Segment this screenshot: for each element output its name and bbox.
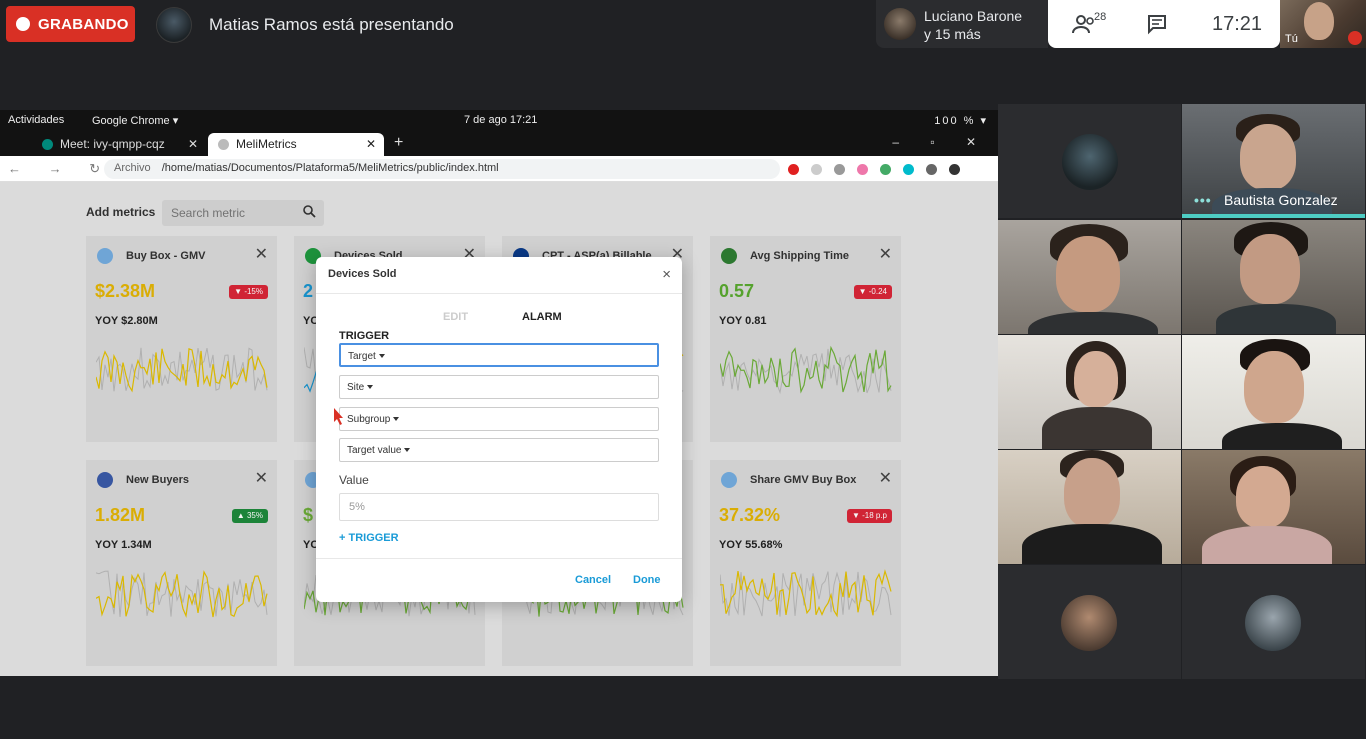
value-input[interactable]: 5%: [339, 493, 659, 521]
target-select[interactable]: Target: [339, 343, 659, 367]
participant-tile[interactable]: [998, 335, 1181, 449]
value-placeholder: 5%: [349, 501, 365, 513]
browser-toolbar: ← → ↻ ⌂ Archivo /home/matias/Documentos/…: [0, 156, 998, 182]
body: [1216, 304, 1336, 334]
participant-tile[interactable]: [1182, 450, 1365, 564]
trigger-heading: TRIGGER: [339, 330, 390, 342]
self-video-tile[interactable]: Tú: [1280, 0, 1366, 48]
avatar: [1245, 595, 1301, 651]
url-text: /home/matias/Documentos/Plataforma5/Meli…: [161, 162, 499, 174]
select-label: Site: [347, 382, 365, 393]
chevron-down-icon: [367, 385, 374, 389]
chevron-down-icon: [378, 354, 385, 358]
face: [1236, 466, 1290, 528]
participant-tile[interactable]: [998, 220, 1181, 334]
participant-tile[interactable]: [1182, 335, 1365, 449]
address-bar[interactable]: Archivo /home/matias/Documentos/Platafor…: [104, 159, 780, 179]
participant-name: Luciano Barone: [924, 8, 1023, 24]
speaking-border: [1182, 214, 1365, 218]
participant-tile-speaking[interactable]: ••• Bautista Gonzalez: [1182, 104, 1365, 218]
desktop-clock[interactable]: 7 de ago 17:21: [464, 114, 537, 126]
meet-favicon-icon: [42, 139, 53, 150]
participants-pill[interactable]: Luciano Barone y 15 más: [876, 0, 1048, 48]
url-scheme-label: Archivo: [114, 162, 151, 174]
participant-tile[interactable]: [998, 104, 1181, 218]
divider: [316, 558, 682, 559]
self-face: [1304, 2, 1334, 40]
avatar: [1062, 134, 1118, 190]
self-label: Tú: [1285, 33, 1298, 45]
meet-clock: 17:21: [1212, 13, 1263, 35]
people-count: 28: [1094, 11, 1107, 23]
body: [1022, 524, 1162, 564]
meet-controls: 28 17:21: [1048, 0, 1280, 48]
face: [1056, 236, 1120, 312]
value-label: Value: [339, 473, 369, 487]
recording-dot-icon: [16, 17, 30, 31]
tab-label: MeliMetrics: [236, 137, 297, 151]
site-select[interactable]: Site: [339, 375, 659, 399]
select-label: Target value: [347, 445, 402, 456]
participant-tile[interactable]: [998, 450, 1181, 564]
body: [1222, 423, 1342, 449]
desktop-top-bar: Actividades Google Chrome ▾ 7 de ago 17:…: [0, 110, 998, 130]
face: [1244, 351, 1304, 423]
recording-badge[interactable]: GRABANDO: [6, 6, 135, 42]
face: [1240, 234, 1300, 304]
presenter-text: Matias Ramos está presentando: [209, 15, 454, 34]
chevron-down-icon: [404, 448, 411, 452]
body: [1042, 407, 1152, 449]
participant-tile[interactable]: [998, 565, 1181, 679]
participant-tile[interactable]: [1182, 220, 1365, 334]
window-controls[interactable]: – ▫ ✕: [892, 135, 990, 149]
cancel-button[interactable]: Cancel: [575, 574, 611, 586]
mic-off-icon: [1348, 31, 1362, 45]
activities-button[interactable]: Actividades: [8, 114, 64, 126]
tab-alarm[interactable]: ALARM: [522, 311, 562, 323]
participants-grid: ••• Bautista Gonzalez: [998, 104, 1366, 680]
divider: [316, 293, 682, 294]
avatar: [1061, 595, 1117, 651]
participant-others: y 15 más: [924, 26, 981, 42]
system-tray[interactable]: 100 % ▾: [934, 114, 988, 127]
select-label: Subgroup: [347, 414, 391, 425]
extension-icons[interactable]: [788, 162, 988, 176]
close-tab-icon[interactable]: ✕: [188, 137, 198, 151]
browser-tab-strip: Meet: ivy-qmpp-cqz ✕ MeliMetrics ✕ + – ▫…: [0, 130, 998, 156]
participant-tile[interactable]: [1182, 565, 1365, 679]
subgroup-select[interactable]: Subgroup: [339, 407, 659, 431]
cursor-icon: [334, 408, 343, 425]
tab-meet[interactable]: Meet: ivy-qmpp-cqz ✕: [32, 133, 206, 156]
done-button[interactable]: Done: [633, 574, 661, 586]
tab-melimetrics[interactable]: MeliMetrics ✕: [208, 133, 384, 156]
tab-edit[interactable]: EDIT: [443, 311, 468, 323]
add-trigger-button[interactable]: + TRIGGER: [339, 532, 399, 544]
participant-avatar: [884, 8, 916, 40]
speaking-indicator-icon: •••: [1194, 192, 1212, 208]
presenter-avatar: [156, 7, 192, 43]
close-tab-icon[interactable]: ✕: [366, 137, 376, 151]
presented-screen: Actividades Google Chrome ▾ 7 de ago 17:…: [0, 110, 998, 676]
dialog-title: Devices Sold: [328, 268, 397, 280]
close-icon[interactable]: ×: [662, 266, 671, 283]
recording-label: GRABANDO: [38, 15, 129, 33]
body: [1028, 312, 1158, 334]
app-menu[interactable]: Google Chrome ▾: [92, 114, 178, 127]
meet-top-bar: GRABANDO Matias Ramos está presentando L…: [0, 0, 1366, 50]
target-value-select[interactable]: Target value: [339, 438, 659, 462]
participant-name: Bautista Gonzalez: [1224, 192, 1338, 208]
participants-pill-text: Luciano Barone y 15 más: [924, 7, 1022, 43]
select-label: Target: [348, 351, 376, 362]
chat-icon[interactable]: [1146, 13, 1168, 35]
new-tab-button[interactable]: +: [394, 134, 403, 152]
alarm-dialog: Devices Sold × EDIT ALARM TRIGGER Target…: [316, 257, 682, 602]
chevron-down-icon: [393, 417, 400, 421]
face: [1064, 458, 1120, 528]
tab-label: Meet: ivy-qmpp-cqz: [60, 137, 165, 151]
face: [1240, 124, 1296, 190]
globe-favicon-icon: [218, 139, 229, 150]
body: [1202, 526, 1332, 564]
face: [1074, 351, 1118, 407]
